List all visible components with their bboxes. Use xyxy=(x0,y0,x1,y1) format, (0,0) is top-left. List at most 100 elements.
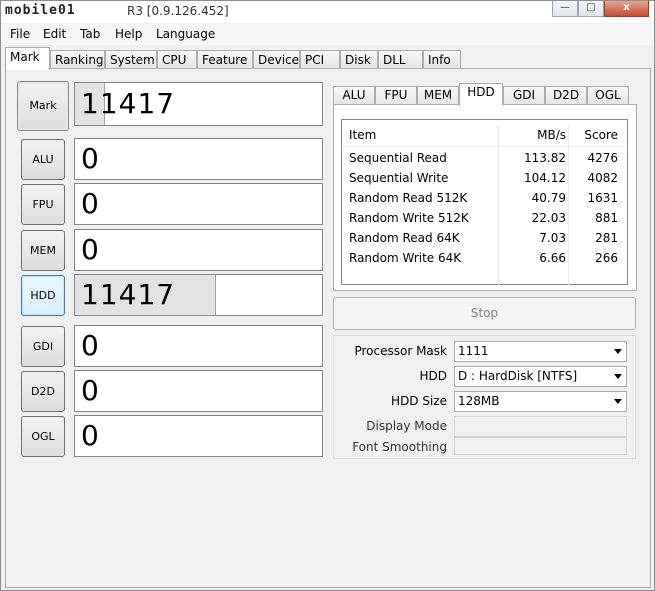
font-smoothing-select[interactable] xyxy=(454,437,627,455)
subtab-ogl[interactable]: OGL xyxy=(587,86,629,105)
hdd-label: HDD xyxy=(419,369,447,383)
gdi-button[interactable]: GDI xyxy=(21,326,65,367)
processor-mask-select[interactable]: 1111 xyxy=(454,341,627,362)
row-item: Random Write 64K xyxy=(349,251,462,265)
ogl-button[interactable]: OGL xyxy=(21,416,65,457)
column-score[interactable]: Score xyxy=(570,125,618,145)
tab-dll[interactable]: DLL xyxy=(378,50,423,69)
display-mode-select[interactable] xyxy=(454,416,627,437)
tab-info[interactable]: Info xyxy=(423,50,461,69)
row-item: Sequential Read xyxy=(349,151,447,165)
row-item: Random Write 512K xyxy=(349,211,469,225)
title-bar[interactable]: mobile01 R3 [0.9.126.452] — □ x xyxy=(1,1,654,23)
mark-button[interactable]: Mark xyxy=(17,81,69,131)
tab-mark[interactable]: Mark xyxy=(5,47,50,70)
d2d-score: 0 xyxy=(81,374,100,407)
minimize-button[interactable]: — xyxy=(552,1,578,17)
chevron-down-icon xyxy=(614,374,622,379)
hdd-size-label: HDD Size xyxy=(391,394,447,408)
hdd-button[interactable]: HDD xyxy=(21,275,65,316)
mem-score: 0 xyxy=(81,233,100,266)
hdd-select[interactable]: D : HardDisk [NTFS] xyxy=(454,366,627,387)
column-item[interactable]: Item xyxy=(349,125,499,145)
subtab-gdi[interactable]: GDI xyxy=(503,86,545,105)
menu-file[interactable]: File xyxy=(10,27,30,41)
watermark-logo: mobile01 xyxy=(5,3,76,18)
mem-button[interactable]: MEM xyxy=(21,230,65,271)
table-row[interactable]: Random Write 512K 22.03 881 xyxy=(342,208,627,228)
row-mbs: 7.03 xyxy=(539,231,566,245)
row-score: 881 xyxy=(595,211,618,225)
subtab-fpu[interactable]: FPU xyxy=(375,86,417,105)
table-row[interactable]: Random Read 512K 40.79 1631 xyxy=(342,188,627,208)
subtab-mem[interactable]: MEM xyxy=(417,86,459,105)
row-score: 4276 xyxy=(587,151,618,165)
hdd-size-select[interactable]: 128MB xyxy=(454,391,627,412)
table-row[interactable]: Random Write 64K 6.66 266 xyxy=(342,248,627,268)
close-button[interactable]: x xyxy=(604,1,649,17)
menu-help[interactable]: Help xyxy=(115,27,142,41)
chevron-down-icon xyxy=(614,399,622,404)
subtab-d2d[interactable]: D2D xyxy=(545,86,587,105)
window-title: R3 [0.9.126.452] xyxy=(127,4,229,18)
hdd-size-value: 128MB xyxy=(458,394,500,408)
alu-button[interactable]: ALU xyxy=(21,139,65,180)
hdd-results-panel: Item MB/s Score Sequential Read 113.82 4… xyxy=(333,104,637,291)
mark-score-box: 11417 xyxy=(74,82,323,126)
stop-button[interactable]: Stop xyxy=(333,297,636,330)
fpu-button[interactable]: FPU xyxy=(21,184,65,225)
mark-score: 11417 xyxy=(81,87,176,120)
row-score: 281 xyxy=(595,231,618,245)
menu-tab[interactable]: Tab xyxy=(80,27,100,41)
main-tab-strip: Mark Ranking System CPU Feature Device P… xyxy=(5,47,651,70)
header-divider xyxy=(342,146,627,147)
row-item: Sequential Write xyxy=(349,171,449,185)
detail-tab-strip: ALU FPU MEM HDD GDI D2D OGL xyxy=(333,83,637,106)
table-row[interactable]: Sequential Write 104.12 4082 xyxy=(342,168,627,188)
chevron-down-icon xyxy=(614,349,622,354)
hdd-score: 11417 xyxy=(81,278,176,311)
table-row[interactable]: Sequential Read 113.82 4276 xyxy=(342,148,627,168)
d2d-button[interactable]: D2D xyxy=(21,371,65,412)
tab-system[interactable]: System xyxy=(105,50,157,69)
alu-score: 0 xyxy=(81,142,100,175)
row-score: 1631 xyxy=(587,191,618,205)
tab-disk[interactable]: Disk xyxy=(340,50,378,69)
subtab-alu[interactable]: ALU xyxy=(333,86,375,105)
subtab-hdd[interactable]: HDD xyxy=(459,83,503,106)
results-header: Item MB/s Score xyxy=(342,125,627,145)
results-list[interactable]: Item MB/s Score Sequential Read 113.82 4… xyxy=(341,119,628,285)
gdi-score: 0 xyxy=(81,329,100,362)
tab-pci[interactable]: PCI xyxy=(300,50,340,69)
menu-bar: File Edit Tab Help Language xyxy=(1,24,654,45)
tab-feature[interactable]: Feature xyxy=(197,50,253,69)
processor-mask-value: 1111 xyxy=(458,344,489,358)
row-mbs: 6.66 xyxy=(539,251,566,265)
menu-edit[interactable]: Edit xyxy=(43,27,66,41)
column-mbs[interactable]: MB/s xyxy=(502,125,566,145)
app-window: mobile01 R3 [0.9.126.452] — □ x File Edi… xyxy=(0,0,655,591)
processor-mask-label: Processor Mask xyxy=(354,344,447,358)
mem-score-box: 0 xyxy=(74,229,323,271)
d2d-score-box: 0 xyxy=(74,370,323,412)
row-mbs: 40.79 xyxy=(531,191,566,205)
row-item: Random Read 512K xyxy=(349,191,468,205)
hdd-score-box: 11417 xyxy=(74,274,323,316)
row-score: 266 xyxy=(595,251,618,265)
tab-device[interactable]: Device xyxy=(253,50,300,69)
tab-ranking[interactable]: Ranking xyxy=(50,50,105,69)
row-mbs: 113.82 xyxy=(524,151,566,165)
menu-language[interactable]: Language xyxy=(156,27,215,41)
hdd-value: D : HardDisk [NTFS] xyxy=(458,369,578,383)
tab-cpu[interactable]: CPU xyxy=(157,50,197,69)
fpu-score: 0 xyxy=(81,187,100,220)
row-mbs: 104.12 xyxy=(524,171,566,185)
gdi-score-box: 0 xyxy=(74,325,323,367)
ogl-score: 0 xyxy=(81,419,100,452)
alu-score-box: 0 xyxy=(74,138,323,180)
maximize-button[interactable]: □ xyxy=(578,1,604,17)
font-smoothing-label: Font Smoothing xyxy=(352,440,447,454)
table-row[interactable]: Random Read 64K 7.03 281 xyxy=(342,228,627,248)
display-mode-label: Display Mode xyxy=(366,419,447,433)
settings-group: Processor Mask 1111 HDD D : HardDisk [NT… xyxy=(333,335,636,459)
